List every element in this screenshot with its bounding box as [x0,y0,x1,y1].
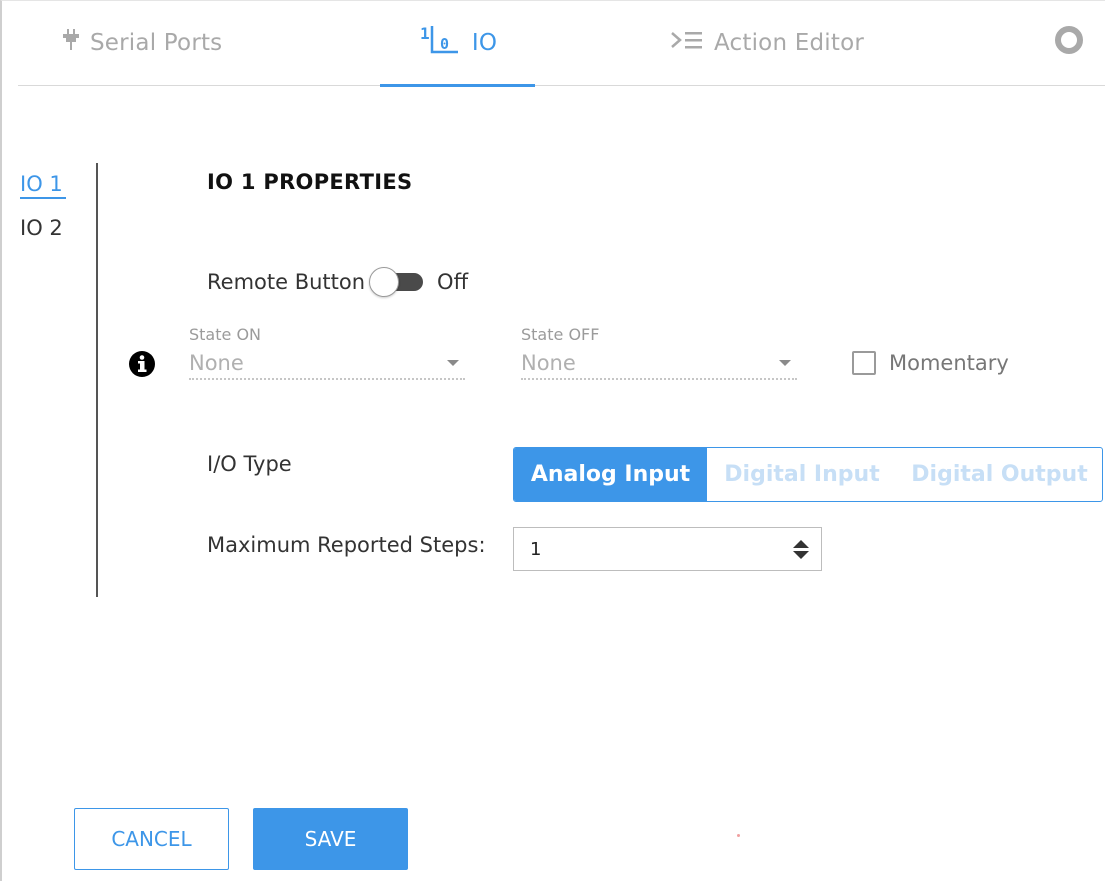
io-side-nav: IO 1 IO 2 [20,172,66,257]
momentary-option: Momentary [852,351,1009,375]
state-on-label: State ON [189,325,261,344]
sidenav-divider [96,163,98,597]
io-type-label: I/O Type [207,452,292,476]
momentary-checkbox[interactable] [852,351,876,375]
state-off-select[interactable]: None [521,348,797,380]
tab-more[interactable] [1054,0,1084,86]
state-on-field: State ON None [189,325,465,380]
info-icon[interactable] [128,350,156,378]
max-steps-value[interactable]: 1 [530,539,541,560]
state-off-label: State OFF [521,325,600,344]
tab-serial-ports[interactable]: Serial Ports [62,0,222,86]
tab-label: Serial Ports [90,30,223,56]
io-type-digital-output[interactable]: Digital Output [897,448,1102,501]
tab-bar: Serial Ports 1 0 IO Action Editor [18,0,1105,87]
more-ring-icon [1054,25,1084,61]
tab-io[interactable]: 1 0 IO [380,0,535,87]
remote-button-toggle[interactable] [369,267,425,297]
sidenav-item-io-1[interactable]: IO 1 [20,172,66,199]
io-type-analog-input[interactable]: Analog Input [514,448,707,501]
max-steps-stepper[interactable]: 1 [513,527,822,571]
state-off-field: State OFF None [521,325,797,380]
tab-label: IO [471,30,498,56]
stray-dot [737,834,740,837]
remote-button-state: Off [437,270,469,294]
plug-icon [62,29,80,57]
momentary-label: Momentary [889,351,1009,375]
state-on-value: None [189,351,244,375]
increment-arrow-icon[interactable] [793,539,809,548]
chevron-down-icon [779,360,791,366]
remote-button-row: Remote Button Off [207,267,468,297]
svg-text:1: 1 [420,24,430,43]
toggle-knob [369,267,400,297]
tab-action-editor[interactable]: Action Editor [670,0,864,86]
remote-button-label: Remote Button [207,270,366,294]
tab-label: Action Editor [714,30,865,56]
io-type-selector: Analog Input Digital Input Digital Outpu… [513,447,1103,502]
stepper-arrows[interactable] [793,539,809,559]
chevron-down-icon [447,360,459,366]
state-on-select[interactable]: None [189,348,465,380]
save-button[interactable]: SAVE [253,808,408,870]
state-off-value: None [521,351,576,375]
io-type-digital-input[interactable]: Digital Input [707,448,897,501]
max-steps-label: Maximum Reported Steps: [207,533,486,557]
decrement-arrow-icon[interactable] [793,550,809,559]
svg-text:0: 0 [440,35,449,53]
binary-io-icon: 1 0 [418,22,462,64]
page-title: IO 1 PROPERTIES [207,170,413,194]
sidenav-item-io-2[interactable]: IO 2 [20,216,66,240]
action-list-icon [670,30,704,56]
panel-frame [0,0,1105,881]
cancel-button[interactable]: CANCEL [74,808,229,870]
